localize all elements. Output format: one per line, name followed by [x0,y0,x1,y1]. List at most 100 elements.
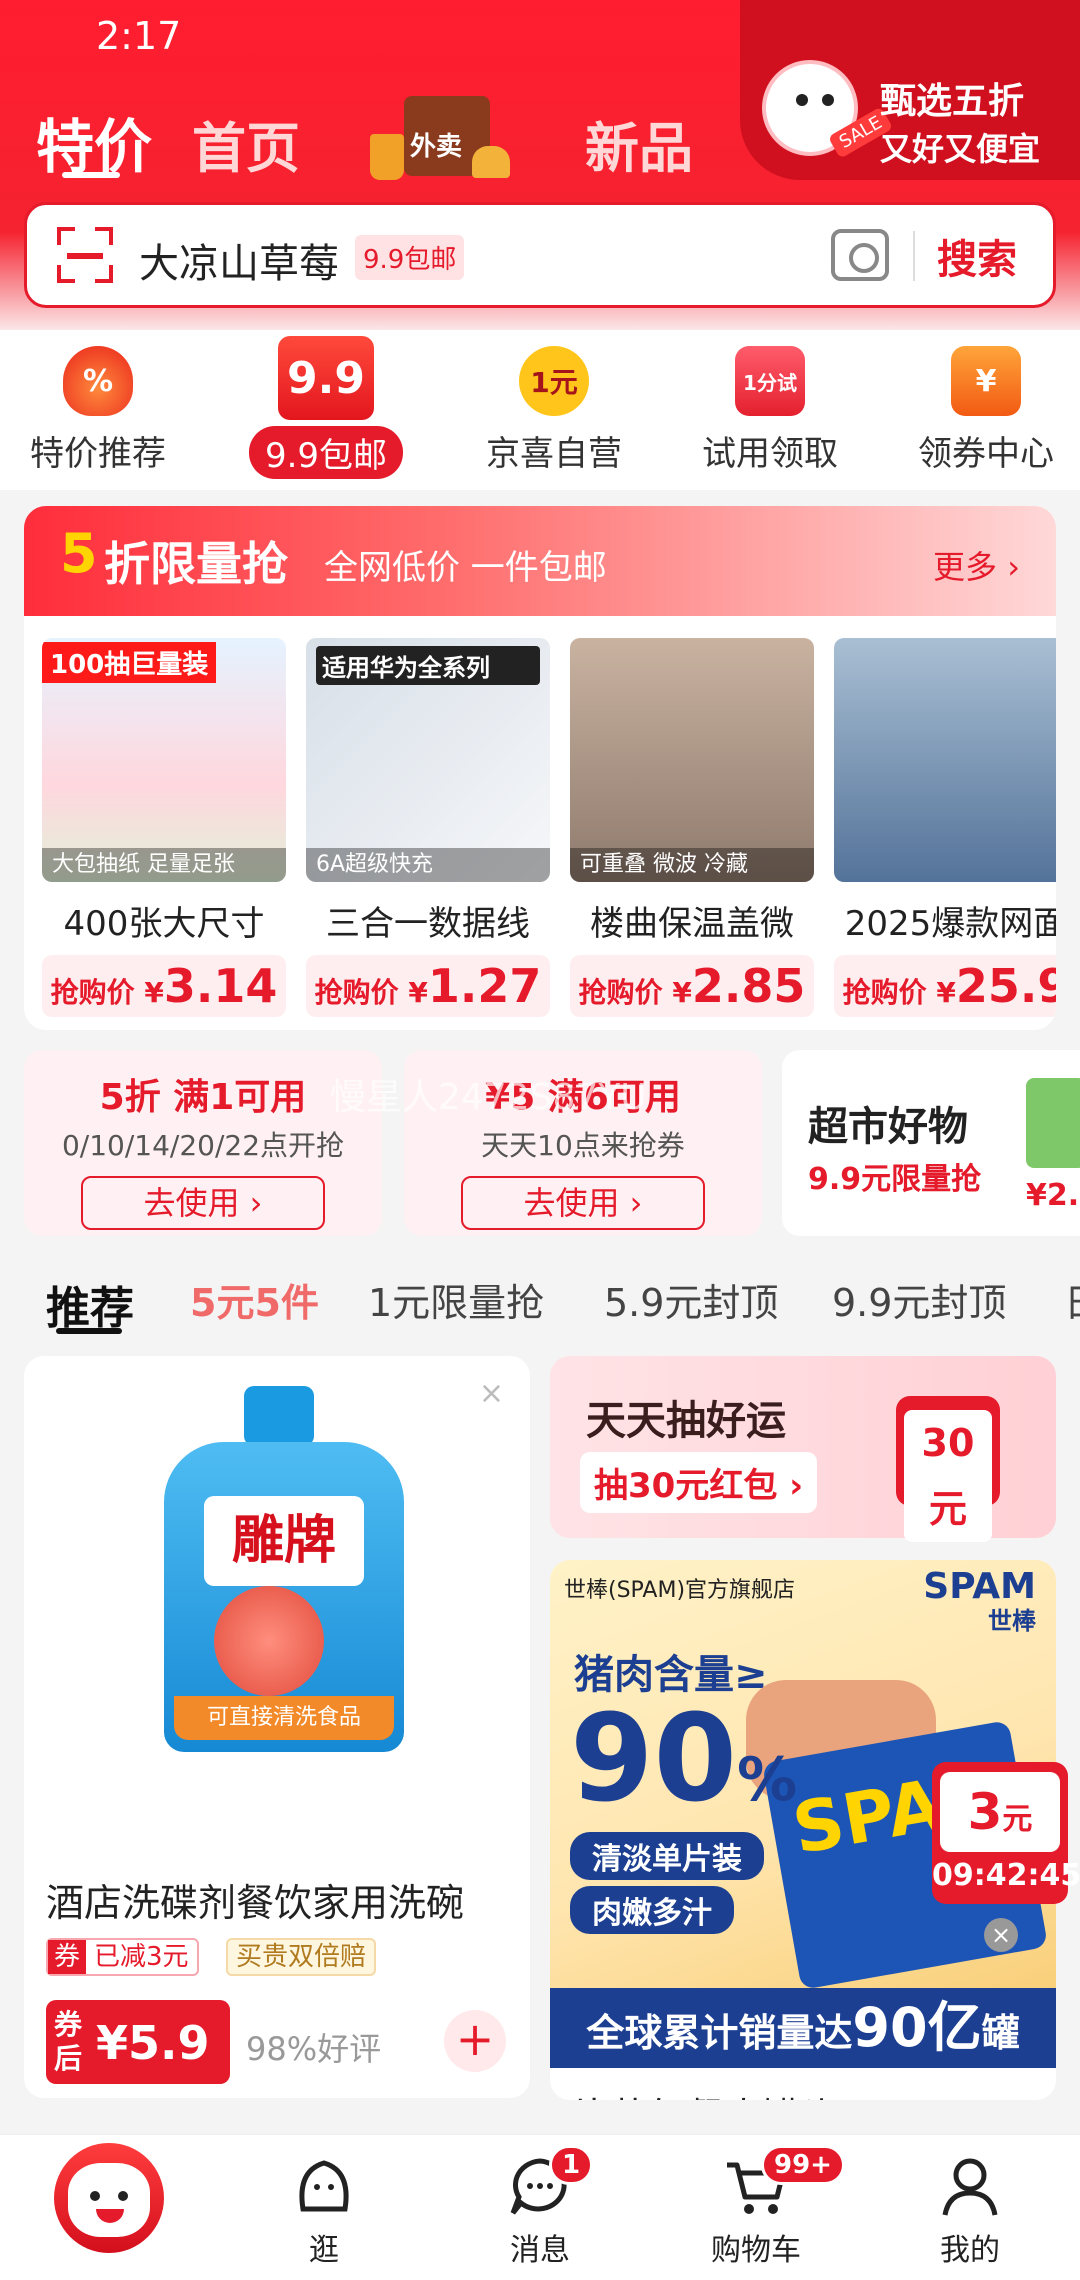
waimai-tab[interactable]: 外卖 [370,90,510,186]
nav-label: 我的 [940,2233,1000,2268]
nav-mine[interactable]: 我的 [900,2151,1040,2269]
promo-line-1: 甄选五折 [880,81,1025,122]
flash-sale-number: 5 [60,522,98,585]
bottle-cap [244,1386,314,1446]
product-price: 抢购价 ¥2.85 [570,955,814,1017]
bottom-nav: 逛 1 消息 99+ 购物车 我的 [0,2134,1080,2280]
product-price: 抢购价 ¥1.27 [306,955,550,1017]
tab-9-9[interactable]: 9.9元封顶 [832,1272,1006,1327]
tab-5-9[interactable]: 5.9元封顶 [604,1272,778,1327]
flame-percent-icon: % [63,346,133,416]
tab-new[interactable]: 新品 [585,104,693,183]
tab-recommend[interactable]: 推荐 [46,1272,134,1336]
bag-icon: 1分试 [735,346,805,416]
category-lingquan[interactable]: ¥ 领券中心 [886,346,1080,475]
nav-cart[interactable]: 99+ 购物车 [686,2145,845,2269]
product-image [834,638,1056,882]
lucky-title: 天天抽好运 [586,1398,786,1444]
flash-product[interactable]: 适用华为全系列 6A超级快充 三合一数据线 抢购价 ¥1.27 [306,638,550,1017]
product-price: 抢购价 ¥3.14 [42,955,286,1017]
product-banner: 适用华为全系列 [316,646,540,685]
active-tab-underline [62,172,120,178]
use-coupon-button[interactable]: 去使用 › [81,1176,325,1230]
category-tejia-tuijian[interactable]: % 特价推荐 [0,346,198,475]
category-label: 领券中心 [918,434,1054,474]
status-time: 2:17 [96,14,182,58]
brand-label: 雕牌 [204,1496,364,1586]
divider [913,231,915,281]
lucky-draw-card[interactable]: 天天抽好运 抽30元红包 › 30元 [550,1356,1056,1542]
category-shiyong[interactable]: 1分试 试用领取 [670,346,870,475]
close-icon[interactable]: × [479,1376,504,1411]
product-card[interactable]: × 雕牌 可直接清洗食品 酒店洗碟剂餐饮家用洗碗 券已减3元 买贵双倍赔 券后 … [24,1356,530,2098]
more-link[interactable]: 更多 › [933,542,1020,588]
mascot-home-icon[interactable] [54,2143,164,2253]
coupon-icon: ¥ [951,346,1021,416]
cart-badge: 99+ [761,2145,845,2185]
search-tag: 9.9包邮 [355,235,465,280]
product-image: 100抽巨量装 大包抽纸 足量足张 [42,638,286,882]
use-coupon-button[interactable]: 去使用 › [461,1176,705,1230]
flash-product-list: 100抽巨量装 大包抽纸 足量足张 400张大尺寸 抢购价 ¥3.14 适用华为… [42,638,1056,1018]
flash-product[interactable]: 100抽巨量装 大包抽纸 足量足张 400张大尺寸 抢购价 ¥3.14 [42,638,286,1017]
watermark: 慢星人2472S87YU [330,1077,647,1118]
red-packet-icon: 30元 [896,1396,1000,1542]
product-name: 400张大尺寸 [63,904,265,944]
product-image-caption: 大包抽纸 足量足张 [42,848,286,882]
star-badge-icon: 1元 [519,346,589,416]
flash-sale-header[interactable]: 5 折限量抢 全网低价 一件包邮 更多 › [24,506,1056,616]
product-name: 三合一数据线 [326,904,530,944]
market-title: 超市好物 [808,1104,968,1150]
flash-product[interactable]: 2025爆款网面 抢购价 ¥25.9 [834,638,1056,1017]
tab-home[interactable]: 首页 [192,104,300,183]
search-input[interactable]: 大凉山草莓 [139,231,339,289]
category-label: 9.9包邮 [248,426,404,479]
lucky-button[interactable]: 抽30元红包 › [580,1452,818,1513]
spam-logo: SPAM 世棒 [923,1566,1036,1636]
bottle-bar: 可直接清洗食品 [174,1696,394,1740]
coupon-title: 5折 满1可用 [99,1077,307,1118]
feature-pill: 清淡单片装 [570,1832,764,1880]
product-thumbnail [1026,1078,1080,1168]
camera-icon[interactable] [831,229,889,281]
tab-1-yuan[interactable]: 1元限量抢 [368,1272,544,1327]
nav-stroll[interactable]: 逛 [254,2151,394,2269]
product-image-caption: 可重叠 微波 冷藏 [570,848,814,882]
close-icon[interactable]: × [984,1918,1018,1952]
active-tab-underline [56,1328,122,1334]
gift-box-icon: 9.9 [278,336,374,420]
category-label: 特价推荐 [30,434,166,474]
category-label: 京喜自营 [486,434,622,474]
burger-icon [472,146,510,178]
category-9-9-baoyou[interactable]: 9.9 9.9包邮 [226,336,426,479]
coupon-tag: 券已减3元 [46,1938,199,1976]
message-icon: 1 [505,2145,594,2221]
tab-more[interactable]: 日 [1064,1272,1080,1327]
category-jingxi[interactable]: 1元 京喜自营 [454,346,654,475]
cart-icon: 99+ [721,2145,845,2221]
flash-sale-subtitle: 全网低价 一件包邮 [324,548,607,588]
product-title: 片装午餐肉罐头 [572,2086,838,2100]
countdown: 09:42:45 [932,1858,1080,1893]
flash-product[interactable]: 可重叠 微波 冷藏 楼曲保温盖微 抢购价 ¥2.85 [570,638,814,1017]
promo-corner-banner[interactable]: SALE 甄选五折 又好又便宜 [740,0,1080,180]
waimai-label: 外卖 [410,132,463,162]
coupon-sub: 天天10点来抢券 [481,1129,685,1162]
scan-icon[interactable] [57,227,113,283]
coupon-card[interactable]: 5折 满1可用 0/10/14/20/22点开抢 去使用 › [24,1050,382,1236]
coffee-cup-icon [370,134,404,180]
product-image: 适用华为全系列 6A超级快充 [306,638,550,882]
market-price: ¥2.8 [1026,1178,1080,1213]
search-button[interactable]: 搜索 [937,227,1017,285]
product-banner: 100抽巨量装 [42,642,217,683]
promo-line-2: 又好又便宜 [880,130,1041,168]
tab-5-yuan-5-jian[interactable]: 5元5件 [190,1272,319,1327]
product-image-caption: 6A超级快充 [306,848,550,882]
flash-sale-section: 5 折限量抢 全网低价 一件包邮 更多 › 100抽巨量装 大包抽纸 足量足张 … [24,506,1056,1030]
flash-sale-title: 折限量抢 [104,537,288,591]
market-card[interactable]: 超市好物 9.9元限量抢 ¥2.8 [782,1050,1080,1236]
search-bar[interactable]: 大凉山草莓 9.9包邮 搜索 [24,202,1056,308]
timer-coupon[interactable]: 3元 09:42:45 [932,1762,1080,1904]
nav-messages[interactable]: 1 消息 [470,2145,610,2269]
add-to-cart-button[interactable]: + [444,2010,506,2072]
